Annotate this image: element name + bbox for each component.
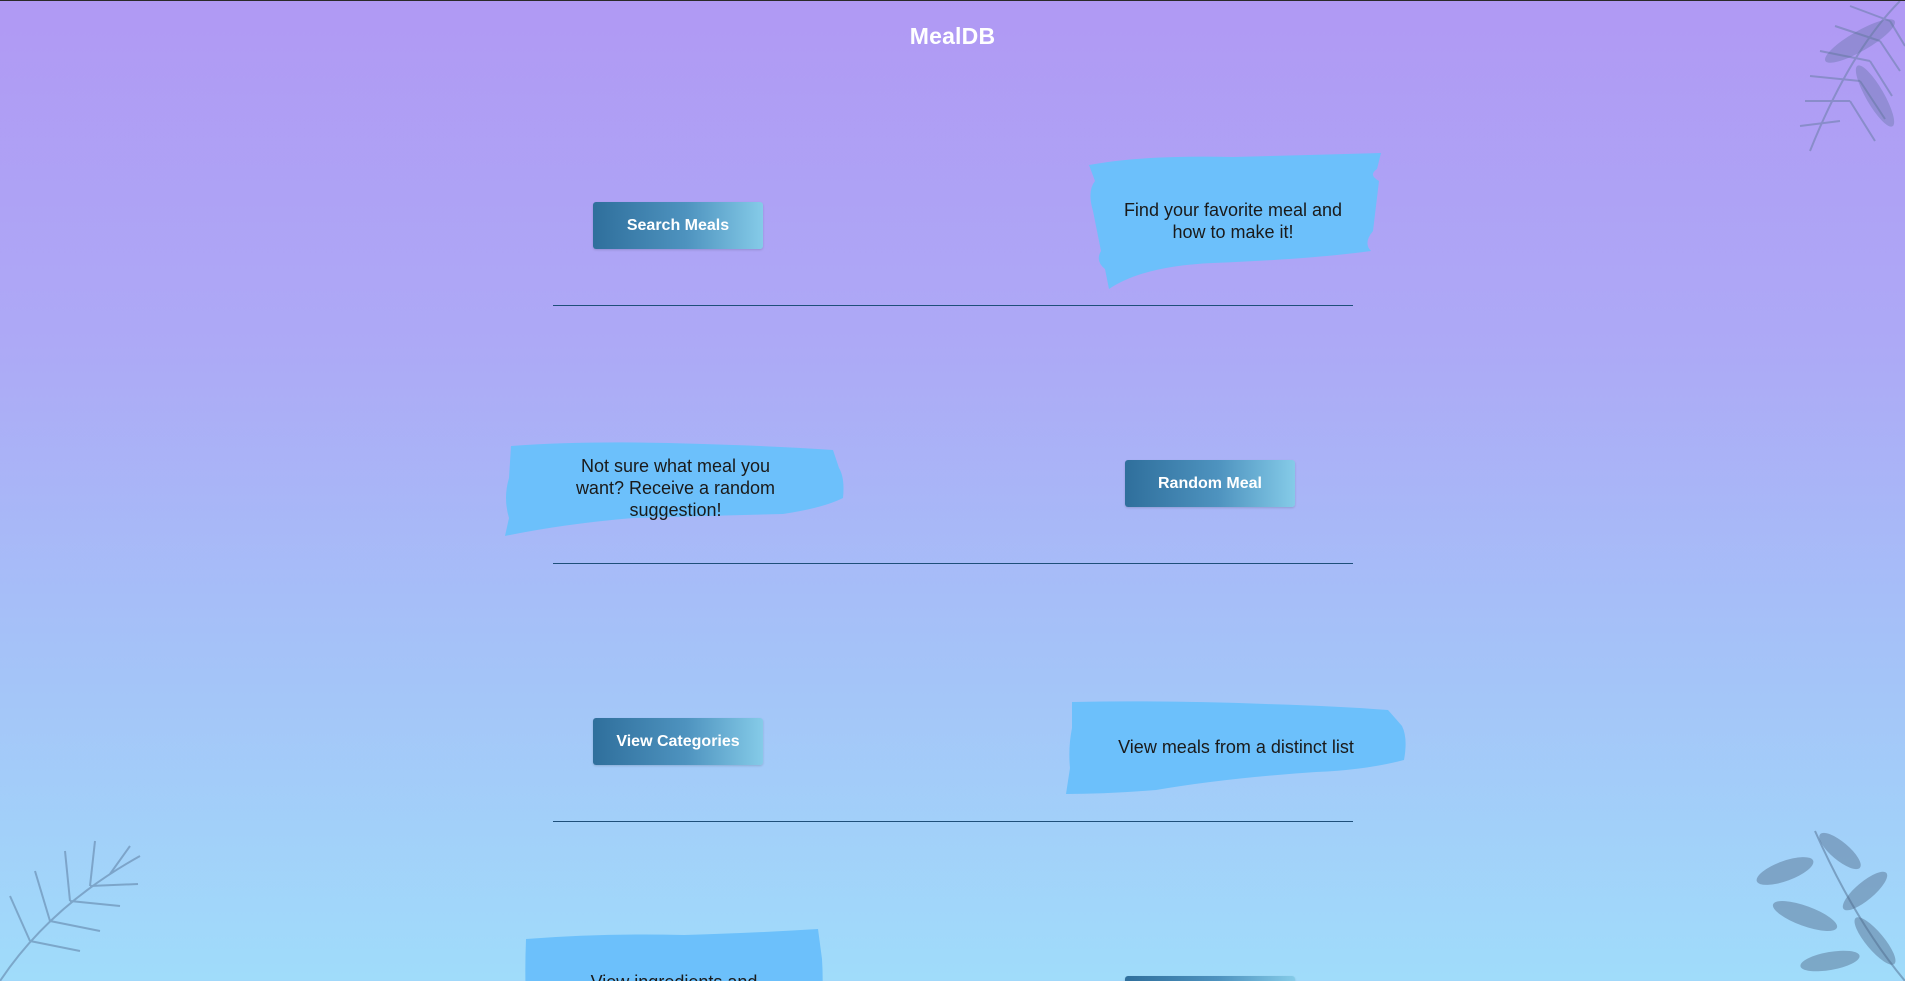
view-ingredients-description: View ingredients and: [524, 929, 824, 981]
search-meals-description: Find your favorite meal and how to make …: [1083, 151, 1383, 291]
random-meal-description: Not sure what meal you want? Receive a r…: [503, 438, 848, 538]
view-categories-description: View meals from a distinct list: [1066, 698, 1406, 796]
palm-leaf-icon: [1756, 830, 1905, 981]
view-ingredients-button[interactable]: [1125, 976, 1295, 981]
view-categories-button[interactable]: View Categories: [593, 718, 763, 765]
search-meals-button[interactable]: Search Meals: [593, 202, 763, 249]
palm-leaf-icon: [0, 840, 141, 981]
page-title: MealDB: [909, 23, 996, 49]
section-divider: [553, 563, 1353, 564]
random-meal-button[interactable]: Random Meal: [1125, 460, 1295, 507]
section-divider: [553, 821, 1353, 822]
section-divider: [553, 305, 1353, 306]
